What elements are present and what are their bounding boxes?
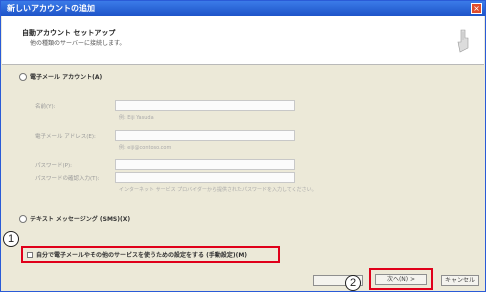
manual-setup-option[interactable]: 自分で電子メールやその他のサービスを使うための設定をする (手動設定)(M) <box>21 246 280 263</box>
password-field-label: パスワード(P): <box>35 163 72 169</box>
manual-setup-checkbox[interactable] <box>27 251 33 258</box>
email-address-input[interactable] <box>115 130 295 141</box>
add-account-dialog: 新しいアカウントの追加 × 自動アカウント セットアップ 他の種類のサーバーに接… <box>0 0 486 292</box>
name-hint: 例: Eiji Yasuda <box>119 115 154 121</box>
password-confirm-label: パスワードの確認入力(T): <box>35 176 100 182</box>
email-field-label: 電子メール アドレス(E): <box>35 134 96 140</box>
sms-label: テキスト メッセージング (SMS)(X) <box>30 216 131 223</box>
name-field-label: 名前(Y): <box>35 104 56 110</box>
header-title: 自動アカウント セットアップ <box>22 29 116 37</box>
callout-badge-1: 1 <box>3 231 19 247</box>
email-account-option[interactable]: 電子メール アカウント(A) <box>19 72 102 81</box>
header-subtitle: 他の種類のサーバーに接続します。 <box>30 40 126 47</box>
name-input[interactable] <box>115 100 295 111</box>
password-confirm-input[interactable] <box>115 172 295 183</box>
cancel-button[interactable]: キャンセル <box>441 275 479 286</box>
next-button-highlight <box>369 268 433 290</box>
pointer-hand-icon <box>457 29 469 53</box>
close-icon[interactable]: × <box>471 3 482 14</box>
manual-setup-label: 自分で電子メールやその他のサービスを使うための設定をする (手動設定)(M) <box>36 252 248 259</box>
dialog-header: 自動アカウント セットアップ 他の種類のサーバーに接続します。 <box>2 16 484 65</box>
email-account-label: 電子メール アカウント(A) <box>30 74 103 81</box>
window-title: 新しいアカウントの追加 <box>7 4 95 13</box>
password-hint: インターネット サービス プロバイダーから提供されたパスワードを入力してください… <box>119 187 317 193</box>
password-input[interactable] <box>115 159 295 170</box>
sms-option[interactable]: テキスト メッセージング (SMS)(X) <box>19 214 130 223</box>
email-hint: 例: eiji@contoso.com <box>119 145 172 151</box>
sms-radio[interactable] <box>19 214 27 223</box>
title-bar: 新しいアカウントの追加 × <box>1 1 485 16</box>
email-account-radio[interactable] <box>19 72 27 81</box>
callout-badge-2: 2 <box>345 275 361 291</box>
